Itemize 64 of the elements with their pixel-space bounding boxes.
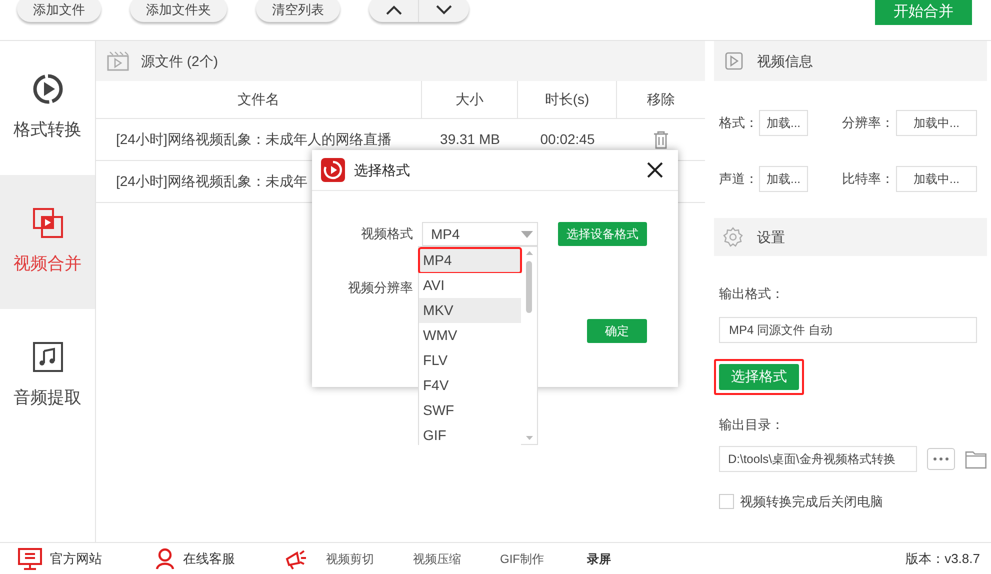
tool-link[interactable]: 视频剪切 [326,550,413,568]
chevron-down-icon [436,5,452,15]
tool-link[interactable]: 视频压缩 [413,550,500,568]
output-dir-field: D:\tools\桌面\金舟视频格式转换 [719,446,918,472]
output-dir-label: 输出目录： [719,416,784,434]
column-header: 移除 [646,90,676,109]
browse-button[interactable] [927,448,956,470]
megaphone-icon [285,548,307,570]
scroll-down-icon [526,436,532,440]
person-icon [155,548,175,570]
monitor-icon [18,548,42,570]
gear-icon [723,227,743,247]
format-select[interactable]: MP4 [422,222,538,246]
version-text: 版本：v3.8.7 [906,550,980,568]
info-label: 分辨率： [842,114,895,132]
checkbox-label: 视频转换完成后关闭电脑 [740,493,883,511]
scroll-thumb[interactable] [526,261,532,313]
toolbar-button[interactable]: 添加文件 [17,0,101,22]
dialog-title: 选择格式 [354,160,410,180]
more-icon [933,457,950,461]
play-square-icon [725,52,743,70]
section-title: 源文件 (2个) [141,52,218,71]
column-header: 文件名 [96,81,422,118]
checkbox[interactable] [719,494,734,510]
app-logo-icon [321,158,345,182]
tool-link[interactable]: 录屏 [587,550,611,568]
section-title: 设置 [757,228,785,246]
output-format-field: MP4 同源文件 自动 [719,316,977,342]
column-header: 大小 [422,81,518,118]
resolution-label: 视频分辨率 [347,279,413,297]
info-value-box: 加载... [759,166,808,192]
tool-link[interactable]: GIF制作 [500,550,587,568]
footer-link[interactable]: 官方网站 [18,548,155,570]
file-name-text: [24小时]网络视频乱象：未成年人的网络直播 [116,130,392,149]
video-clip-icon [107,51,129,71]
stacked-video-icon [32,207,64,240]
duration-cell-text: 00:02:45 [539,130,596,149]
trash-icon[interactable] [653,130,669,148]
close-button[interactable] [645,160,665,180]
scroll-up-icon [526,251,532,255]
section-title: 视频信息 [757,52,813,70]
play-circle-icon [32,73,64,106]
output-format-label: 输出格式： [719,285,784,303]
format-option[interactable]: MKV [419,298,521,323]
toolbar-button[interactable]: 清空列表 [256,0,340,22]
toolbar-button[interactable]: 添加文件夹 [130,0,227,22]
dropdown-arrow-icon [521,230,533,238]
info-label: 格式： [719,114,759,132]
chevron-up-icon [386,5,402,15]
format-label: 视频格式 [360,225,413,244]
column-header: 时长(s) [518,81,617,118]
info-value-box: 加载中... [896,166,977,192]
file-name-text: [24小时]网络视频乱象：未成年 [116,172,308,191]
info-value-box: 加载... [759,110,808,136]
music-note-icon [32,341,64,374]
sidebar-item[interactable]: 视频合并 [0,175,95,309]
size-cell-text: 39.31 MB [439,130,501,149]
info-label: 声道： [719,170,759,188]
footer-link[interactable]: 在线客服 [155,548,285,570]
info-value-box: 加载中... [896,110,977,136]
info-label: 比特率： [842,170,895,188]
folder-icon[interactable] [965,449,988,469]
format-option[interactable]: MP4 [419,248,521,273]
close-icon [647,162,663,178]
